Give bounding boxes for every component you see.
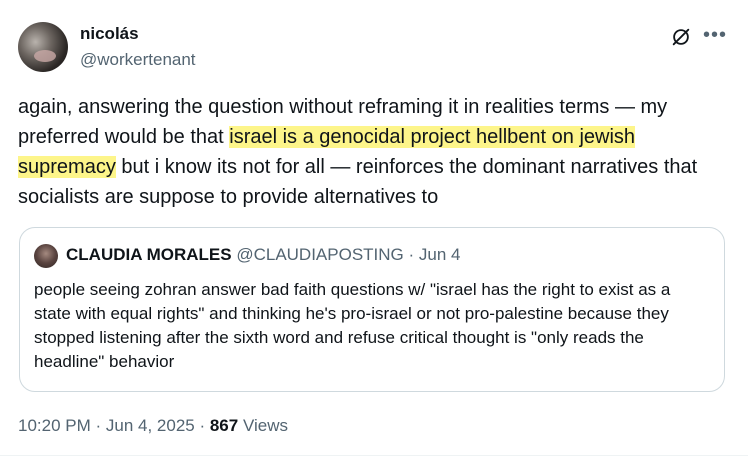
divider (0, 455, 748, 456)
quoted-tweet[interactable]: CLAUDIA MORALES @CLAUDIAPOSTING · Jun 4 … (19, 227, 725, 392)
tweet-metadata: 10:20 PM · Jun 4, 2025 · 867 Views (18, 416, 288, 436)
quoted-tweet-date: Jun 4 (418, 245, 461, 264)
quoted-tweet-text: people seeing zohran answer bad faith qu… (34, 280, 671, 371)
author-handle[interactable]: @workertenant (80, 50, 196, 70)
author-display-name[interactable]: nicolás (80, 24, 139, 44)
quoted-author-handle: @CLAUDIAPOSTING (236, 245, 404, 264)
views-label: Views (238, 416, 288, 435)
separator-dot: · (90, 416, 106, 435)
tweet-time[interactable]: 10:20 PM (18, 416, 91, 435)
author-avatar[interactable] (18, 22, 68, 72)
more-options-icon[interactable]: ••• (703, 24, 727, 46)
views-count: 867 (209, 416, 239, 435)
tweet-date[interactable]: Jun 4, 2025 (106, 416, 195, 435)
quoted-author-name: CLAUDIA MORALES (66, 245, 232, 264)
tweet-text: again, answering the question without re… (18, 92, 733, 212)
tweet-text-part: but i know its not for all — reinforces … (18, 156, 698, 208)
grok-icon[interactable] (670, 26, 692, 48)
separator-dot: · (403, 245, 419, 264)
separator-dot: · (194, 416, 210, 435)
quoted-tweet-header: CLAUDIA MORALES @CLAUDIAPOSTING · Jun 4 (66, 245, 460, 265)
quoted-author-avatar (34, 244, 58, 268)
